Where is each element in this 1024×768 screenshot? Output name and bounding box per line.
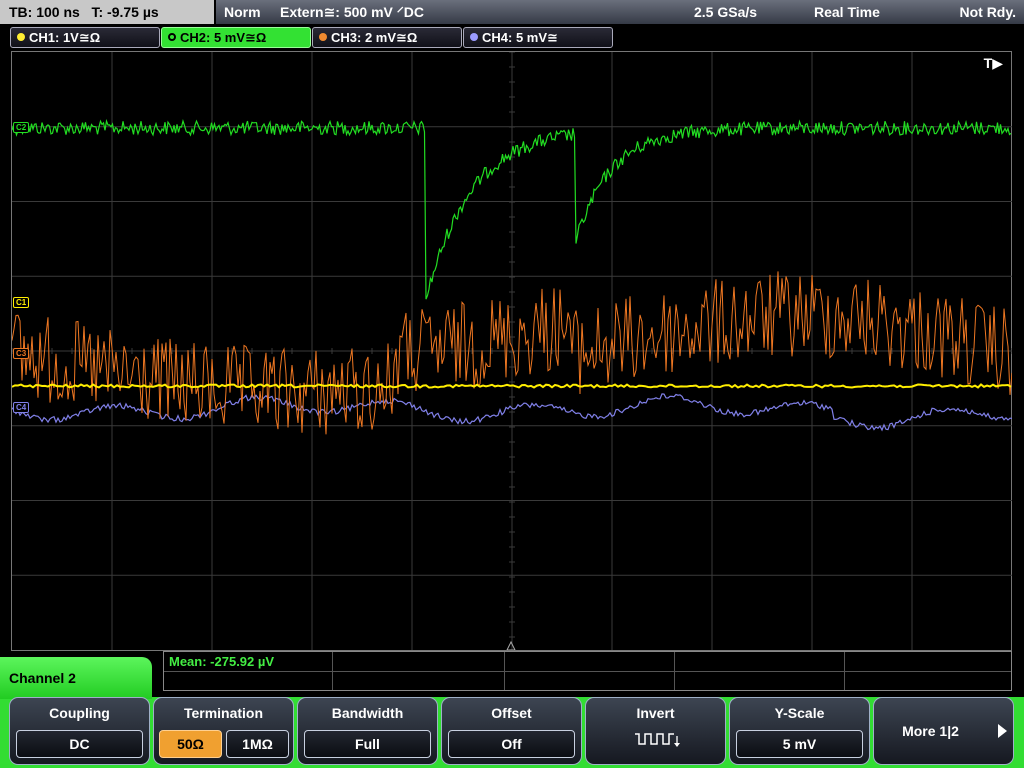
offset-softkey[interactable]: Offset Off <box>441 697 582 765</box>
invert-title: Invert <box>636 705 675 721</box>
y-scale-value[interactable]: 5 mV <box>736 730 863 758</box>
measurement-divider <box>332 652 333 690</box>
bandwidth-title: Bandwidth <box>331 705 404 721</box>
trigger-indicator: T▶ <box>983 55 1003 71</box>
mean-measurement: Mean: -275.92 µV <box>169 654 275 669</box>
channel-1-tab[interactable]: CH1: 1V≅Ω <box>10 27 160 48</box>
measurement-divider <box>504 652 505 690</box>
coupling-title: Coupling <box>49 705 110 721</box>
channel-1-marker-label: C1 <box>16 298 27 307</box>
measurement-divider <box>844 652 845 690</box>
sample-rate: 2.5 GSa/s <box>694 4 758 20</box>
menu-title: Channel 2 <box>9 670 76 686</box>
channel-2-tab[interactable]: CH2: 5 mV≅Ω <box>161 27 311 48</box>
channel-1-label: CH1: 1V≅Ω <box>29 30 101 45</box>
measurement-divider <box>164 671 1011 672</box>
menu-title-tab: Channel 2 <box>0 657 152 699</box>
channel-3-marker-label: C3 <box>16 349 27 358</box>
offset-title: Offset <box>491 705 532 721</box>
channel-3-label: CH3: 2 mV≅Ω <box>331 30 418 45</box>
trigger-position-marker-icon <box>506 640 516 650</box>
bandwidth-value[interactable]: Full <box>304 730 431 758</box>
channel-2-marker-label: C2 <box>16 123 27 132</box>
termination-softkey[interactable]: Termination 50Ω 1MΩ <box>153 697 294 765</box>
timebase-value: TB: 100 ns <box>9 4 80 20</box>
invert-waveform-icon <box>635 733 680 747</box>
acquisition-state: Not Rdy. <box>959 4 1016 20</box>
waveform-display[interactable]: C2 C1 C3 C4 T▶ <box>11 51 1012 651</box>
channel-4-dot-icon <box>470 33 478 41</box>
channel-1-dot-icon <box>17 33 25 41</box>
channel-4-tab[interactable]: CH4: 5 mV≅ <box>463 27 613 48</box>
channel-3-tab[interactable]: CH3: 2 mV≅Ω <box>312 27 462 48</box>
channel-2-label: CH2: 5 mV≅Ω <box>180 30 267 45</box>
offset-value[interactable]: Off <box>448 730 575 758</box>
invert-softkey[interactable]: Invert <box>585 697 726 765</box>
status-bar: TB: 100 ns T: -9.75 µs Norm Extern≅: 500… <box>0 0 1024 24</box>
termination-1-megaohm-option[interactable]: 1MΩ <box>226 730 289 758</box>
y-scale-softkey[interactable]: Y-Scale 5 mV <box>729 697 870 765</box>
timebase-readout[interactable]: TB: 100 ns T: -9.75 µs <box>0 0 214 24</box>
channel-4-level-marker[interactable]: C4 <box>13 402 30 413</box>
measurement-divider <box>674 652 675 690</box>
trigger-source: Extern≅: 500 mV ⸍DC <box>280 4 424 20</box>
y-scale-title: Y-Scale <box>774 705 825 721</box>
termination-title: Termination <box>183 705 264 721</box>
measurement-panel[interactable]: Mean: -275.92 µV <box>163 651 1012 691</box>
termination-50-ohm-option[interactable]: 50Ω <box>159 730 222 758</box>
trigger-time-value: T: -9.75 µs <box>91 4 159 20</box>
coupling-value[interactable]: DC <box>16 730 143 758</box>
channel-2-dot-icon <box>168 33 176 41</box>
acquisition-readout[interactable]: Norm Extern≅: 500 mV ⸍DC 2.5 GSa/s Real … <box>216 0 1024 24</box>
more-label: More 1|2 <box>902 723 959 739</box>
coupling-softkey[interactable]: Coupling DC <box>9 697 150 765</box>
bandwidth-softkey[interactable]: Bandwidth Full <box>297 697 438 765</box>
channel-3-level-marker[interactable]: C3 <box>13 348 30 359</box>
trigger-mode: Norm <box>224 4 261 20</box>
arrow-right-icon <box>998 724 1007 738</box>
channel-2-level-marker[interactable]: C2 <box>13 122 30 133</box>
waveform-canvas <box>12 52 1012 650</box>
channel-3-dot-icon <box>319 33 327 41</box>
more-softkey[interactable]: More 1|2 <box>873 697 1014 765</box>
channel-1-level-marker[interactable]: C1 <box>13 297 30 308</box>
channel-4-label: CH4: 5 mV≅ <box>482 30 558 45</box>
channel-4-marker-label: C4 <box>16 403 27 412</box>
acquire-mode: Real Time <box>814 4 880 20</box>
